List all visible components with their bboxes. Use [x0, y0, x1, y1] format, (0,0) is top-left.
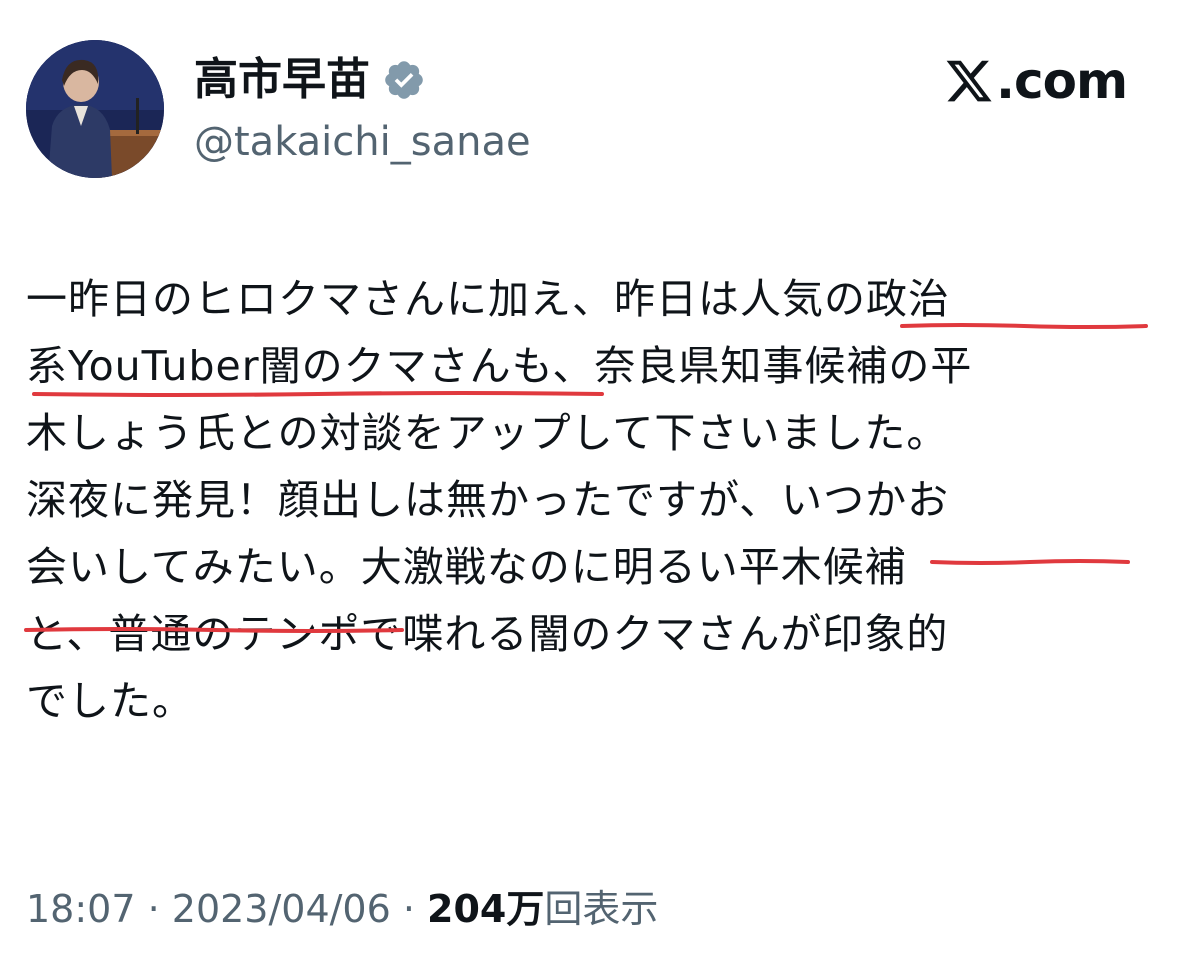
red-underline-annotation — [24, 626, 404, 634]
tweet-line: 会いしてみたい。大激戦なのに明るい平木候補 — [26, 543, 907, 591]
verified-badge-icon — [382, 58, 426, 102]
views-label: 回表示 — [544, 887, 659, 931]
meta-separator: · — [135, 887, 172, 931]
red-underline-annotation — [32, 390, 604, 398]
tweet-date[interactable]: 2023/04/06 — [172, 887, 391, 931]
tweet-card: 高市早苗 @takaichi_sanae .com 一昨日のヒロクマさんに加え、… — [0, 0, 1200, 969]
brand-domain-text: .com — [996, 52, 1128, 110]
tweet-line: でした。 — [26, 677, 194, 725]
tweet-text: 一昨日のヒロクマさんに加え、昨日は人気の政治 系YouTuber闇のクマさんも、… — [26, 266, 1176, 735]
tweet-time[interactable]: 18:07 — [26, 887, 136, 931]
tweet-line: と、普通のテンポで喋れる闇のクマさんが印象的 — [26, 610, 949, 658]
red-underline-annotation — [900, 322, 1148, 330]
avatar[interactable] — [26, 40, 164, 178]
tweet-line: 木しょう氏との対談をアップして下さいました。 — [26, 409, 949, 457]
author-handle[interactable]: @takaichi_sanae — [194, 116, 531, 168]
tweet-meta: 18:07 · 2023/04/06 · 204万回表示 — [26, 884, 658, 934]
meta-separator: · — [390, 887, 428, 931]
views-count[interactable]: 204万 — [427, 887, 544, 931]
x-brand-watermark: .com — [944, 50, 1144, 114]
tweet-line: 深夜に発見！顔出しは無かったですが、いつかお — [26, 476, 950, 524]
x-logo-icon — [946, 60, 992, 102]
red-underline-annotation — [930, 558, 1130, 566]
author-name[interactable]: 高市早苗 — [194, 52, 370, 108]
